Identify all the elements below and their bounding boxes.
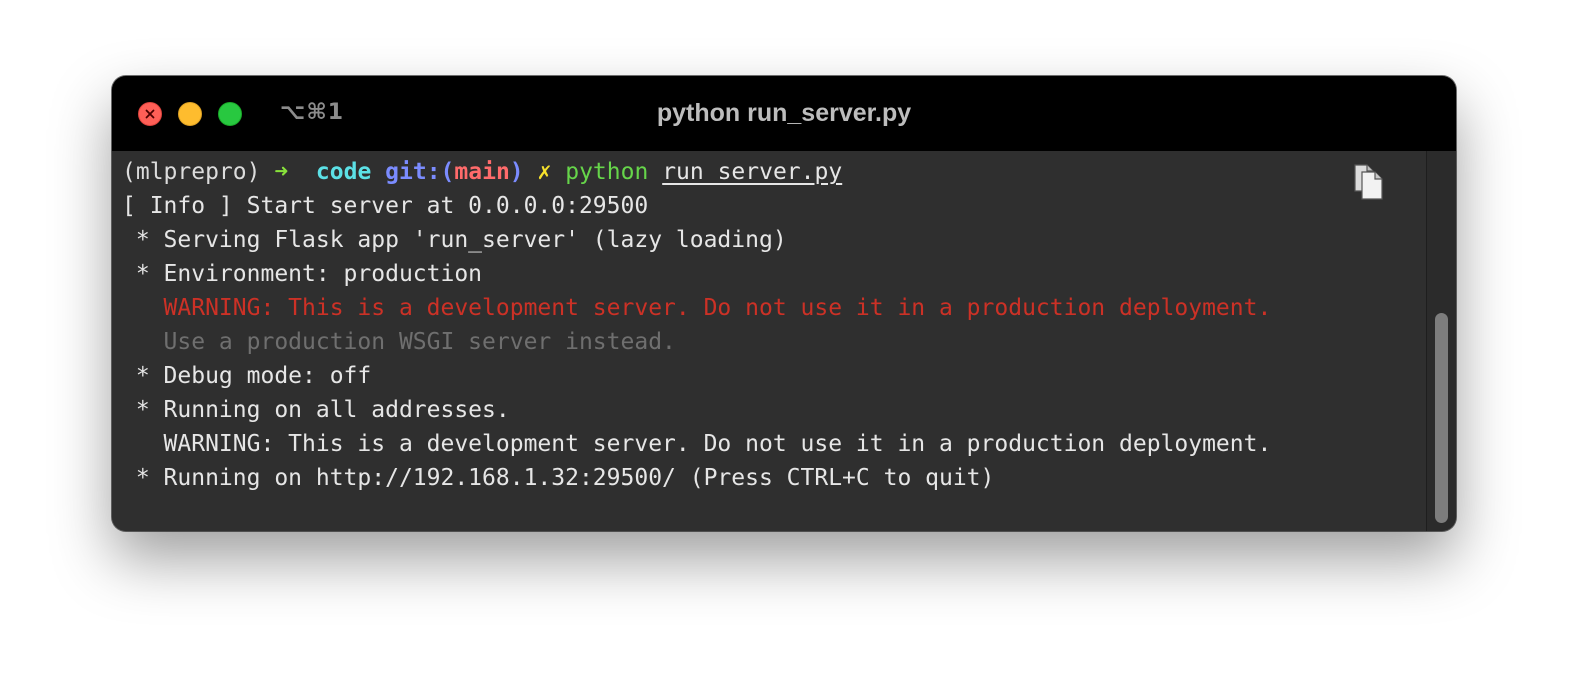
- output-line: * Running on all addresses.: [122, 397, 510, 423]
- terminal-output[interactable]: (mlprepro) ➜ code git:(main) ✗ python ru…: [112, 151, 1426, 531]
- git-dirty-indicator: ✗: [537, 159, 552, 185]
- vertical-scrollbar[interactable]: [1426, 151, 1456, 531]
- output-line: [ Info ] Start server at 0.0.0.0:29500: [122, 193, 649, 219]
- output-line: * Debug mode: off: [122, 363, 372, 389]
- output-line: WARNING: This is a development server. D…: [122, 431, 1272, 457]
- prompt-env: (mlprepro): [122, 159, 261, 185]
- scrollbar-thumb[interactable]: [1435, 313, 1448, 523]
- output-line: * Serving Flask app 'run_server' (lazy l…: [122, 227, 787, 253]
- prompt-argument-link[interactable]: run_server.py: [662, 159, 842, 185]
- title-bar[interactable]: ⌥⌘1 python run_server.py: [112, 76, 1456, 151]
- output-line: * Running on http://192.168.1.32:29500/ …: [122, 465, 995, 491]
- git-suffix: ): [509, 159, 524, 185]
- output-line: WARNING: This is a development server. D…: [122, 295, 1272, 321]
- prompt-arrow: ➜: [274, 159, 289, 185]
- git-branch: main: [454, 159, 510, 185]
- output-line: * Environment: production: [122, 261, 483, 287]
- window-title: python run_server.py: [656, 99, 912, 127]
- git-prefix: git:(: [385, 159, 455, 185]
- prompt-command: python: [565, 159, 649, 185]
- output-line: Use a production WSGI server instead.: [122, 329, 676, 355]
- prompt-directory: code: [315, 159, 372, 185]
- terminal-lines: (mlprepro) ➜ code git:(main) ✗ python ru…: [122, 155, 1271, 495]
- terminal-window: ⌥⌘1 python run_server.py (mlprepro) ➜ co…: [112, 76, 1456, 531]
- copy-icon[interactable]: [1352, 163, 1386, 201]
- prompt-line: (mlprepro) ➜ code git:(main) ✗ python ru…: [122, 155, 1271, 189]
